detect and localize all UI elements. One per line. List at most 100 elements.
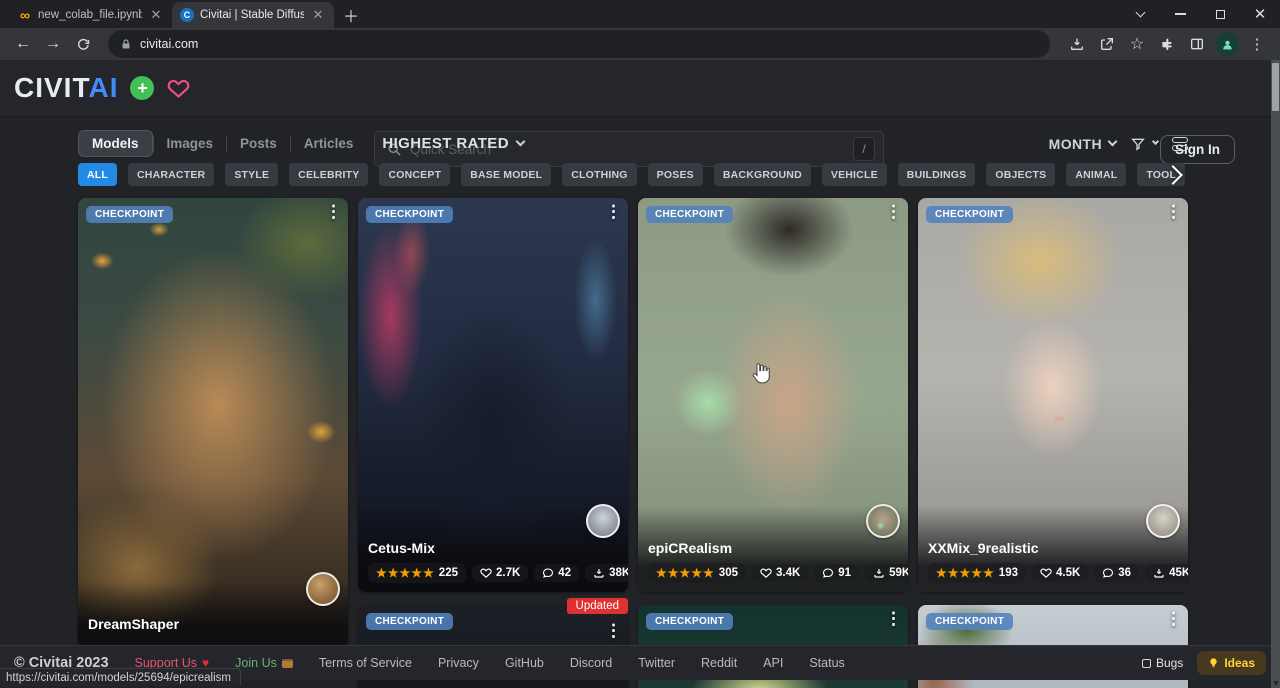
creator-avatar[interactable] [1146,504,1180,538]
card-menu-icon[interactable]: ⋮ [885,609,902,629]
model-card-cetus-mix[interactable]: CHECKPOINT ⋮ Cetus-Mix ★★★★★225 2.7K 42 … [358,198,628,592]
footer-link-terms[interactable]: Terms of Service [319,656,412,670]
chip-vehicle[interactable]: VEHICLE [822,163,887,186]
forward-icon[interactable]: → [40,31,66,57]
chip-clothing[interactable]: CLOTHING [562,163,636,186]
share-icon[interactable] [1094,31,1120,57]
ideas-button[interactable]: Ideas [1197,651,1266,675]
likes-chip: 2.7K [472,564,528,582]
favorites-heart-icon[interactable] [166,77,191,100]
creator-avatar[interactable] [586,504,620,538]
card-stats: ★★★★★193 4.5K 36 45K [928,563,1178,583]
likes-count: 3.4K [776,567,800,579]
download-page-icon[interactable] [1064,31,1090,57]
creator-avatar[interactable] [866,504,900,538]
chip-poses[interactable]: POSES [648,163,703,186]
rating-count: 305 [719,567,738,579]
sort-dropdown[interactable]: HIGHEST RATED [382,135,524,152]
category-chip-row: ALL CHARACTER STYLE CELEBRITY CONCEPT BA… [78,163,1188,188]
footer-link-api[interactable]: API [763,656,783,670]
url-text: civitai.com [140,37,198,51]
card-menu-icon[interactable]: ⋮ [605,202,622,222]
bookmark-star-icon[interactable]: ☆ [1124,31,1150,57]
checkpoint-badge: CHECKPOINT [926,206,1013,223]
model-title: XXMix_9realistic [928,540,1178,556]
card-menu-icon[interactable]: ⋮ [1165,609,1182,629]
comments-count: 42 [558,567,571,579]
minimize-button[interactable] [1160,0,1200,28]
tab-images[interactable]: Images [154,131,227,156]
back-icon[interactable]: ← [10,31,36,57]
chip-style[interactable]: STYLE [225,163,278,186]
comments-chip: 91 [814,564,859,582]
chip-character[interactable]: CHARACTER [128,163,214,186]
side-panel-icon[interactable] [1184,31,1210,57]
status-bar: https://civitai.com/models/25694/epicrea… [0,668,241,686]
chip-base-model[interactable]: BASE MODEL [461,163,551,186]
profile-avatar[interactable] [1214,31,1240,57]
bugs-button[interactable]: Bugs [1142,656,1183,670]
star-icons: ★★★★★ [656,566,715,580]
tab-strip: ∞ new_colab_file.ipynb - Colaborat ✕ C C… [0,0,1280,28]
create-plus-button[interactable]: + [130,76,154,100]
tab-close-icon[interactable]: ✕ [310,7,326,23]
tab-civitai[interactable]: C Civitai | Stable Diffusion models, ✕ [172,2,334,28]
tab-colab[interactable]: ∞ new_colab_file.ipynb - Colaborat ✕ [10,2,172,28]
logo-civit: CIVIT [14,72,88,103]
close-button[interactable]: ✕ [1240,0,1280,28]
chip-background[interactable]: BACKGROUND [714,163,811,186]
footer-link-twitter[interactable]: Twitter [638,656,675,670]
extensions-puzzle-icon[interactable] [1154,31,1180,57]
card-menu-icon[interactable]: ⋮ [885,202,902,222]
bug-icon [1142,659,1151,668]
funnel-icon [1130,136,1146,152]
maximize-button[interactable] [1200,0,1240,28]
browser-menu-icon[interactable]: ⋮ [1244,31,1270,57]
footer-link-status[interactable]: Status [809,656,844,670]
scrollbar-thumb[interactable] [1272,63,1279,111]
footer-link-privacy[interactable]: Privacy [438,656,479,670]
chip-animal[interactable]: ANIMAL [1066,163,1126,186]
creator-avatar[interactable] [306,572,340,606]
footer-link-github[interactable]: GitHub [505,656,544,670]
chip-buildings[interactable]: BUILDINGS [898,163,976,186]
tab-search-icon[interactable] [1120,0,1160,28]
content-nav-row: Models Images Posts Articles HIGHEST RAT… [78,130,1188,157]
checkpoint-badge: CHECKPOINT [366,206,453,223]
chip-all[interactable]: ALL [78,163,117,186]
card-menu-icon[interactable]: ⋮ [1165,202,1182,222]
footer-link-reddit[interactable]: Reddit [701,656,737,670]
address-bar[interactable]: civitai.com [108,30,1050,58]
content-type-tabs: Models Images Posts Articles [78,130,366,157]
period-dropdown[interactable]: MONTH [1049,136,1116,152]
tab-posts[interactable]: Posts [227,131,290,156]
card-layout-toggle-icon[interactable] [1172,137,1188,151]
model-card-epicrealism[interactable]: CHECKPOINT ⋮ epiCRealism ★★★★★305 3.4K 9… [638,198,908,592]
vertical-scrollbar[interactable] [1271,60,1280,688]
downloads-count: 38K [609,567,628,579]
chip-concept[interactable]: CONCEPT [379,163,450,186]
reload-icon[interactable] [70,31,96,57]
new-tab-button[interactable]: ＋ [338,2,364,28]
chip-objects[interactable]: OBJECTS [986,163,1055,186]
tab-models[interactable]: Models [78,130,153,157]
footer-link-join-us[interactable]: Join Us [235,656,293,670]
sort-label: HIGHEST RATED [382,135,509,152]
download-icon [1153,567,1165,579]
scrollbar-down-arrow[interactable] [1273,681,1279,686]
footer-link-discord[interactable]: Discord [570,656,612,670]
downloads-chip: 45K [1145,564,1188,582]
checkpoint-badge: CHECKPOINT [366,613,453,630]
chip-celebrity[interactable]: CELEBRITY [289,163,368,186]
filter-funnel-dropdown[interactable] [1130,136,1158,152]
comments-chip: 42 [534,564,579,582]
model-card-dreamshaper[interactable]: CHECKPOINT ⋮ DreamShaper [78,198,348,648]
ideas-label: Ideas [1224,656,1255,670]
civitai-logo[interactable]: CIVITAI [14,72,118,104]
card-menu-icon[interactable]: ⋮ [325,202,342,222]
model-card-xxmix[interactable]: CHECKPOINT ⋮ XXMix_9realistic ★★★★★193 4… [918,198,1188,592]
tab-articles[interactable]: Articles [291,131,367,156]
star-icons: ★★★★★ [376,566,435,580]
card-menu-icon[interactable]: ⋮ [605,621,622,641]
tab-close-icon[interactable]: ✕ [148,7,164,23]
